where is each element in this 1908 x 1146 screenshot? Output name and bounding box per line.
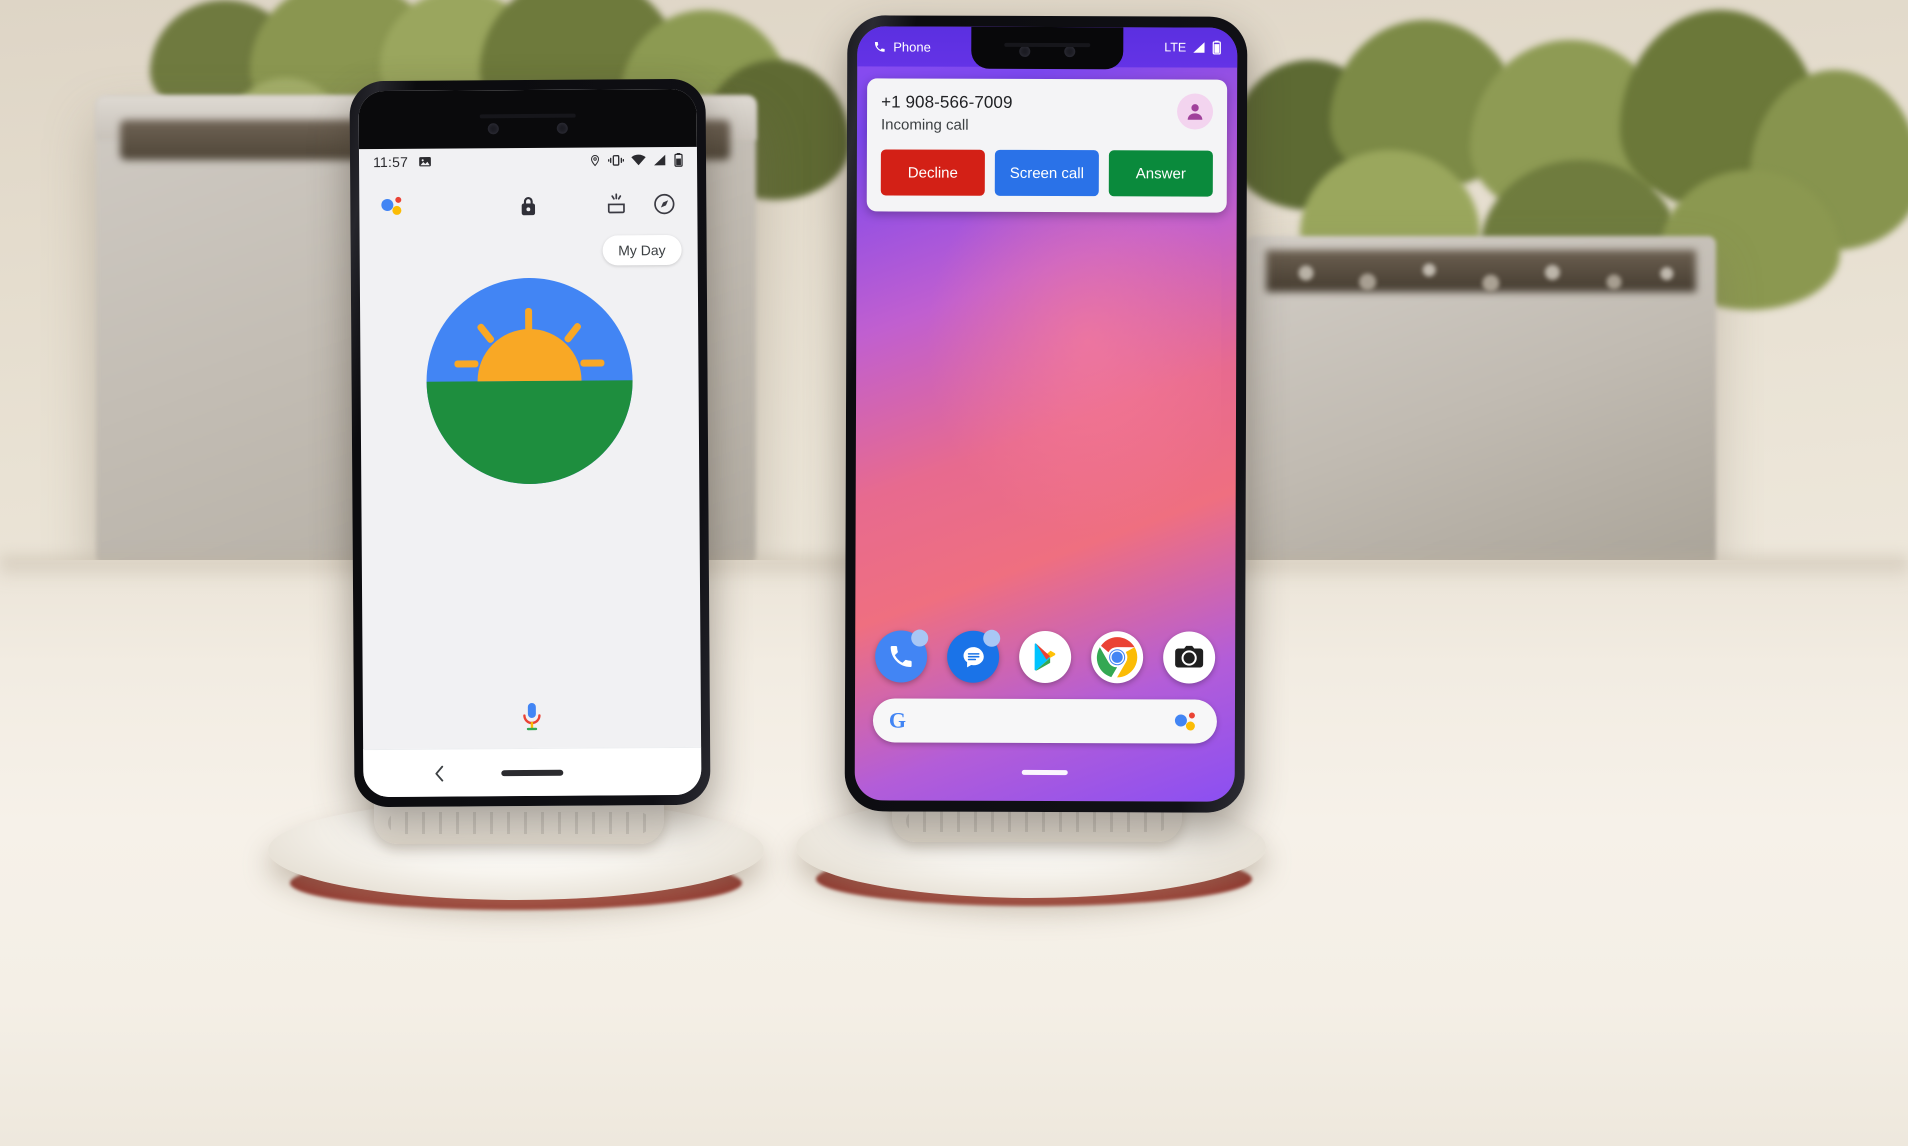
decline-button[interactable]: Decline (880, 149, 985, 196)
microphone-icon[interactable] (521, 702, 543, 734)
right-planter-pebbles (1262, 246, 1702, 306)
left-status-bar: 11:57 (359, 147, 697, 175)
sun-ray (525, 307, 533, 333)
answer-button[interactable]: Answer (1108, 150, 1213, 197)
google-assistant-dots-icon[interactable] (1174, 711, 1201, 731)
lock-icon[interactable] (518, 195, 538, 217)
google-search-bar[interactable]: G (872, 698, 1218, 744)
signal-icon (653, 154, 667, 166)
play-store-app-icon[interactable] (1019, 630, 1072, 684)
status-app-label: Phone (893, 38, 931, 55)
earpiece-speaker (1004, 42, 1091, 48)
phone-app-icon[interactable] (875, 629, 929, 683)
my-day-chip[interactable]: My Day (602, 234, 682, 266)
sun-ray (454, 360, 479, 368)
battery-icon (1212, 40, 1221, 55)
chrome-app-icon[interactable] (1091, 631, 1144, 684)
back-chevron-icon[interactable] (433, 765, 445, 782)
left-phone-screen: 11:57 My Day (358, 88, 702, 798)
camera-app-icon[interactable] (1163, 631, 1216, 684)
front-sensor-icon (556, 122, 568, 134)
image-icon (418, 155, 432, 169)
status-time: 11:57 (372, 153, 409, 171)
sun-ray (580, 359, 605, 367)
right-phone-screen: Phone LTE +1 908-566-7009 Incoming call (854, 26, 1238, 802)
location-pin-icon (589, 153, 601, 167)
assistant-header-row (359, 181, 697, 229)
front-camera-icon (1019, 45, 1031, 57)
wifi-icon (631, 154, 646, 166)
screen-call-button[interactable]: Screen call (994, 149, 1099, 197)
sunrise-illustration (425, 277, 634, 485)
left-phone-top-bezel (358, 88, 697, 150)
sun-ray (476, 322, 496, 345)
front-sensor-icon (1064, 45, 1076, 57)
home-pill-icon[interactable] (1021, 769, 1068, 776)
call-action-buttons: Decline Screen call Answer (880, 149, 1213, 197)
earpiece-speaker (479, 113, 576, 119)
google-g-logo: G (888, 707, 907, 733)
home-pill-icon[interactable] (501, 769, 564, 776)
compass-explore-icon[interactable] (653, 193, 675, 215)
incoming-call-card: +1 908-566-7009 Incoming call Decline Sc… (866, 78, 1228, 213)
caller-number: +1 908-566-7009 (881, 92, 1013, 112)
network-type-label: LTE (1164, 40, 1187, 55)
call-status-text: Incoming call (880, 116, 969, 134)
left-status-icons (589, 152, 683, 168)
signal-icon (1192, 42, 1206, 54)
messages-app-icon[interactable] (947, 629, 1001, 683)
person-avatar-icon (1176, 93, 1214, 130)
front-camera-icon (487, 122, 499, 134)
home-screen-dock (855, 629, 1235, 684)
sun-ray (563, 321, 583, 344)
phone-handset-icon (873, 40, 886, 53)
left-navigation-bar (363, 746, 702, 798)
right-phone-device: Phone LTE +1 908-566-7009 Incoming call (844, 15, 1248, 813)
display-notch (971, 26, 1124, 70)
left-phone-device: 11:57 My Day (349, 78, 711, 808)
battery-icon (674, 152, 683, 167)
illustration-ground (426, 380, 634, 485)
wallpaper-glow (923, 181, 1222, 539)
google-assistant-dots-icon[interactable] (381, 196, 407, 216)
snapshot-inbox-icon[interactable] (605, 193, 627, 215)
vibrate-icon (608, 154, 625, 166)
